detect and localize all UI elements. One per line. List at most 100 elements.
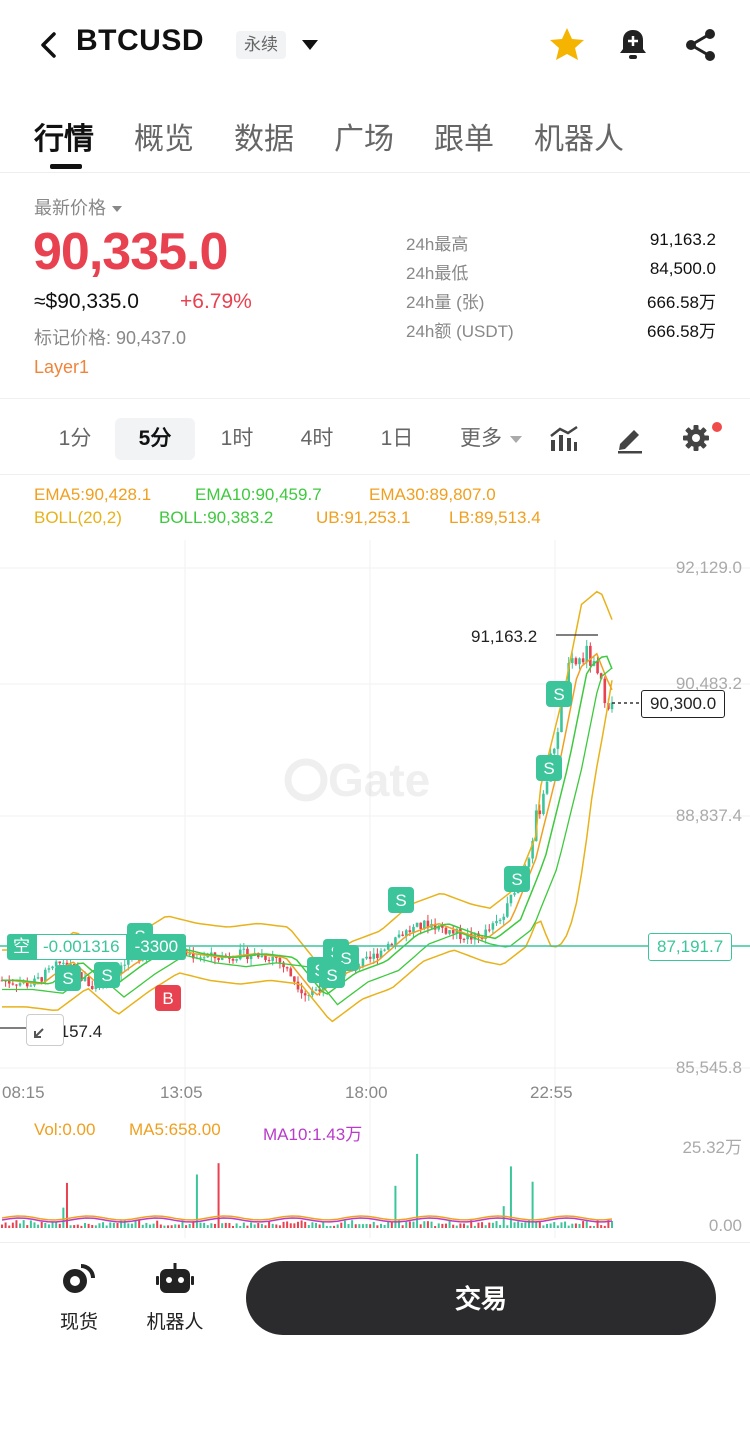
sell-marker: S: [511, 870, 522, 889]
volume-bar: [354, 1224, 357, 1228]
zoom-reset-icon[interactable]: [26, 1014, 64, 1046]
volume-bar: [408, 1221, 411, 1228]
y-tick-1: 92,129.0: [675, 558, 742, 577]
chevron-down-icon[interactable]: [302, 40, 318, 50]
volume-bar: [484, 1225, 487, 1228]
interval-1h[interactable]: 1时: [202, 418, 272, 460]
chart-grid: [0, 540, 750, 1238]
candle-body: [372, 953, 376, 959]
tab-square[interactable]: 广场: [334, 114, 394, 158]
volume-bar: [452, 1224, 455, 1228]
candle-body: [570, 658, 574, 664]
interval-more[interactable]: 更多: [446, 418, 536, 460]
volume-bar: [11, 1222, 14, 1228]
robot-button[interactable]: 机器人: [130, 1262, 220, 1334]
interval-1m[interactable]: 1分: [40, 418, 110, 460]
boll-upper-line: [2, 590, 613, 964]
candle-body: [365, 956, 368, 959]
candle-body: [574, 658, 578, 665]
volume-bar: [488, 1222, 491, 1228]
volume-bar: [15, 1220, 18, 1228]
header: BTCUSD 永续: [0, 0, 750, 90]
volume-bar: [517, 1221, 520, 1228]
volume-bar: [286, 1221, 289, 1228]
candle-body: [314, 989, 318, 991]
volume-bar: [138, 1220, 141, 1228]
volume-bar: [260, 1223, 263, 1228]
volume-bar: [358, 1224, 361, 1228]
volume-bar: [603, 1225, 606, 1228]
sell-marker: S: [326, 966, 337, 985]
draw-pen-icon[interactable]: [614, 422, 646, 454]
volume-bar: [22, 1220, 25, 1228]
volume-bar: [156, 1220, 159, 1228]
volume-bar: [369, 1224, 372, 1228]
watermark-text: Gate: [328, 754, 430, 806]
settings-gear-icon[interactable]: [680, 422, 712, 454]
volume-bar: [499, 1224, 502, 1228]
trade-markers-layer: SSSSSSSSSSSB: [55, 681, 572, 1011]
candle-body: [383, 949, 386, 951]
candle-body: [513, 893, 516, 895]
candle-body: [58, 961, 62, 964]
interval-5m[interactable]: 5分: [115, 418, 195, 460]
volume-bar: [116, 1223, 119, 1228]
last-price: 90,335.0: [33, 223, 228, 281]
tab-copy-trading[interactable]: 跟单: [434, 114, 494, 158]
interval-1d[interactable]: 1日: [362, 418, 432, 460]
volume-bar: [434, 1225, 437, 1228]
tab-overview[interactable]: 概览: [134, 114, 194, 158]
position-tag[interactable]: 空 -0.001316 -3300: [7, 934, 187, 960]
volume-bar: [463, 1223, 466, 1228]
volume-bar: [300, 1220, 303, 1228]
category-tag[interactable]: Layer1: [34, 357, 89, 378]
volume-ma-lines: [1, 1215, 613, 1223]
candle-body: [527, 858, 531, 867]
tab-robot[interactable]: 机器人: [534, 114, 624, 158]
share-icon[interactable]: [682, 26, 720, 64]
vol-ma10-value: MA10:1.43万: [263, 1125, 363, 1144]
candle-body: [202, 957, 206, 959]
position-pnl: -0.001316: [36, 934, 127, 960]
volume-bar: [481, 1222, 484, 1228]
bell-add-icon[interactable]: [614, 26, 652, 64]
volume-bar: [91, 1225, 94, 1228]
active-tab-indicator: [50, 164, 82, 169]
sell-marker: S: [62, 969, 73, 988]
volume-bar: [188, 1223, 191, 1228]
stat-volume-label: 24h量 (张): [406, 293, 485, 312]
indicator-chart-icon[interactable]: [548, 422, 580, 454]
volume-bar: [94, 1225, 97, 1228]
volume-bar: [531, 1181, 534, 1228]
spot-button[interactable]: 现货: [34, 1262, 124, 1334]
x-tick-3: 18:00: [345, 1083, 388, 1102]
volume-bar: [44, 1223, 47, 1228]
volume-bar: [589, 1225, 592, 1228]
candle-body: [451, 930, 455, 934]
latest-price-selector[interactable]: 最新价格: [34, 194, 122, 220]
high-label: 91,163.2: [471, 627, 537, 646]
volume-bar: [600, 1225, 603, 1228]
volume-bar: [253, 1224, 256, 1228]
symbol-title[interactable]: BTCUSD: [76, 24, 204, 58]
volume-bar: [224, 1222, 227, 1228]
candle-body: [444, 927, 448, 934]
stat-turnover-label: 24h额 (USDT): [406, 322, 514, 341]
back-arrow-icon[interactable]: [34, 28, 64, 62]
candle-body: [260, 955, 264, 958]
trade-button[interactable]: 交易: [246, 1261, 716, 1335]
candle-body: [368, 956, 372, 959]
candle-body: [487, 929, 491, 931]
candle-body: [29, 985, 33, 987]
volume-bar: [307, 1224, 310, 1228]
volume-bar: [448, 1220, 451, 1228]
volume-bar: [322, 1222, 325, 1228]
tab-data[interactable]: 数据: [234, 114, 294, 158]
star-icon[interactable]: [548, 26, 586, 64]
volume-bar: [228, 1223, 231, 1228]
tab-market[interactable]: 行情: [34, 114, 94, 158]
candle-body: [36, 977, 40, 979]
volume-bar: [574, 1223, 577, 1228]
interval-4h[interactable]: 4时: [282, 418, 352, 460]
candlestick-chart[interactable]: Gate 91,163.2 86,157.4 SSSSSSSSSSSB: [0, 540, 750, 1240]
